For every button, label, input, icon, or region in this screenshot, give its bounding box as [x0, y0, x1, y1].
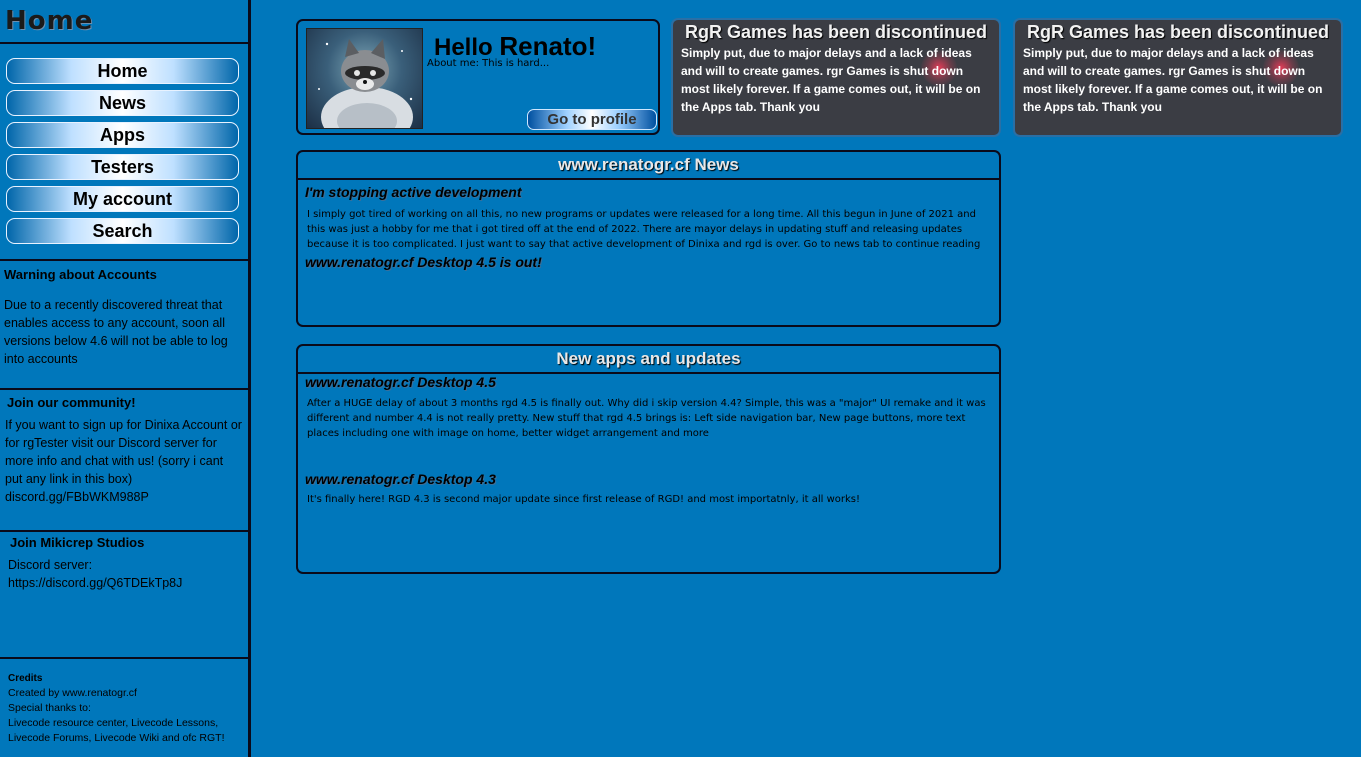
credits-section: Credits Created by www.renatogr.cf Speci… — [0, 657, 248, 757]
credits-line: Livecode Forums, Livecode Wiki and ofc R… — [8, 732, 225, 744]
mikicrep-title: Join Mikicrep Studios — [10, 535, 145, 550]
nav-home-button[interactable]: Home — [6, 58, 239, 84]
community-section: Join our community! If you want to sign … — [0, 388, 248, 531]
nav-news-button[interactable]: News — [6, 90, 239, 116]
nav-my-account-button[interactable]: My account — [6, 186, 239, 212]
credits-line: Created by www.renatogr.cf — [8, 687, 137, 699]
raccoon-astronaut-image — [318, 39, 413, 128]
nav-apps-button[interactable]: Apps — [6, 122, 239, 148]
news-item-title: www.renatogr.cf Desktop 4.5 is out! — [305, 254, 542, 270]
warning-section: Warning about Accounts Due to a recently… — [0, 259, 248, 389]
profile-about: About me: This is hard... — [427, 58, 550, 69]
sidebar-title: Home — [0, 0, 248, 44]
apps-panel: New apps and updates www.renatogr.cf Des… — [296, 344, 1001, 574]
warning-body: Due to a recently discovered threat that… — [4, 298, 228, 366]
announcement-title: RgR Games has been discontinued — [684, 22, 988, 42]
profile-card: Hello Renato! About me: This is hard... … — [296, 19, 660, 135]
credits-line: Special thanks to: — [8, 702, 91, 714]
nav-search-button[interactable]: Search — [6, 218, 239, 244]
mikicrep-section: Join Mikicrep Studios Discord server: ht… — [0, 530, 248, 658]
news-item-title: I'm stopping active development — [305, 184, 522, 200]
profile-name: Renato! — [499, 31, 597, 61]
greeting-text: Hello — [434, 34, 493, 61]
mikicrep-link: https://discord.gg/Q6TDEkTp8J — [8, 576, 183, 590]
credits-line: Livecode resource center, Livecode Lesso… — [8, 717, 219, 729]
announcement-card: RgR Games has been discontinued Simply p… — [1013, 18, 1343, 137]
community-body: If you want to sign up for Dinixa Accoun… — [5, 418, 242, 486]
warning-title: Warning about Accounts — [4, 267, 157, 282]
announcement-title: RgR Games has been discontinued — [1026, 22, 1330, 42]
community-title: Join our community! — [7, 395, 136, 410]
app-item-title: www.renatogr.cf Desktop 4.5 — [305, 374, 496, 390]
mikicrep-label: Discord server: — [8, 558, 93, 572]
app-item-body: It's finally here! RGD 4.3 is second maj… — [307, 494, 860, 505]
app-item-body: After a HUGE delay of about 3 months rgd… — [307, 398, 986, 439]
credits-title: Credits — [8, 673, 43, 684]
news-panel-title: www.renatogr.cf News — [298, 152, 999, 180]
avatar — [306, 28, 423, 129]
apps-panel-title: New apps and updates — [298, 346, 999, 374]
nav-testers-button[interactable]: Testers — [6, 154, 239, 180]
sidebar-nav: Home News Apps Testers My account Search — [0, 44, 248, 244]
announcement-body: Simply put, due to major delays and a la… — [1023, 46, 1323, 114]
sidebar: Home Home News Apps Testers My account S… — [0, 0, 251, 757]
announcement-body: Simply put, due to major delays and a la… — [681, 46, 981, 114]
community-discord-link: discord.gg/FBbWKM988P — [5, 490, 149, 504]
news-item-body: I simply got tired of working on all thi… — [307, 209, 981, 250]
app-item-title: www.renatogr.cf Desktop 4.3 — [305, 471, 496, 487]
announcement-card: RgR Games has been discontinued Simply p… — [671, 18, 1001, 137]
news-panel: www.renatogr.cf News I'm stopping active… — [296, 150, 1001, 327]
go-to-profile-button[interactable]: Go to profile — [527, 109, 657, 130]
